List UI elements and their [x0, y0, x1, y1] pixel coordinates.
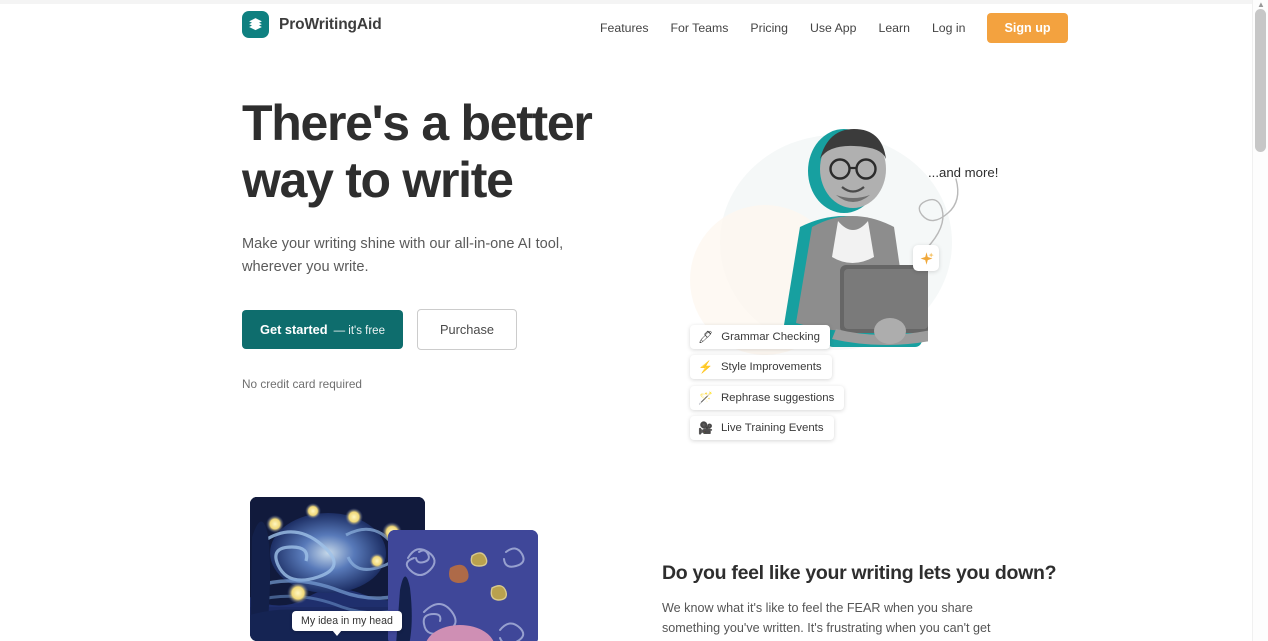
feature-chip-rephrase-suggestions[interactable]: 🪄 Rephrase suggestions	[690, 386, 845, 410]
hero-subtitle: Make your writing shine with our all-in-…	[242, 236, 564, 275]
get-started-button[interactable]: Get started — it's free	[242, 310, 403, 349]
feature-chip-label: Live Training Events	[720, 422, 824, 434]
feature-chip-label: Grammar Checking	[721, 331, 820, 343]
purchase-button[interactable]: Purchase	[416, 309, 518, 350]
hero-title: There's a better way to write	[242, 95, 642, 209]
feature-chip-style-improvements[interactable]: ⚡ Style Improvements	[690, 355, 832, 379]
browser-viewport: ProWritingAid Features For Teams Pricing…	[0, 0, 1268, 641]
feature-chip-label: Style Improvements	[720, 361, 822, 373]
site-header: ProWritingAid Features For Teams Pricing…	[0, 4, 1252, 48]
hero-cta-group: Get started — it's free Purchase	[242, 309, 642, 350]
brand-name: ProWritingAid	[279, 15, 382, 33]
brand-logo-link[interactable]: ProWritingAid	[242, 11, 382, 38]
magic-wand-icon: 🪄	[698, 391, 713, 405]
lightning-icon: ⚡	[698, 360, 713, 374]
video-camera-icon: 🎥	[698, 421, 713, 435]
get-started-label: Get started	[260, 322, 328, 337]
sparkle-icon	[913, 245, 939, 271]
scrollbar-thumb[interactable]	[1255, 9, 1266, 152]
main-navigation: Features For Teams Pricing Use App Learn…	[600, 12, 1068, 44]
nav-item-pricing[interactable]: Pricing	[750, 15, 788, 41]
painting-comparison-illustration: My idea in my head	[250, 497, 590, 641]
no-credit-card-note: No credit card required	[242, 377, 362, 391]
stacked-book-icon	[242, 11, 269, 38]
feature-chip-label: Rephrase suggestions	[720, 392, 835, 404]
lower-copy: Do you feel like your writing lets you d…	[662, 562, 1057, 641]
feature-chip-grammar-checking[interactable]: 🖊 Grammar Checking	[690, 325, 830, 349]
hero-title-line-2: way to write	[242, 152, 514, 208]
lower-section-title: Do you feel like your writing lets you d…	[662, 562, 1057, 584]
hero-title-line-1: There's a better	[242, 95, 593, 151]
nav-item-learn[interactable]: Learn	[878, 15, 909, 41]
nav-item-for-teams[interactable]: For Teams	[671, 15, 729, 41]
lower-section-body: We know what it's like to feel the FEAR …	[662, 601, 991, 635]
sign-up-button[interactable]: Sign up	[987, 13, 1068, 43]
nav-item-features[interactable]: Features	[600, 15, 649, 41]
nav-item-log-in[interactable]: Log in	[932, 15, 966, 41]
balloon-squiggle-icon	[918, 178, 959, 250]
nav-item-use-app[interactable]: Use App	[810, 15, 857, 41]
and-more-label: ...and more!	[928, 165, 999, 180]
hero-copy: There's a better way to write Make your …	[242, 95, 642, 391]
page-scrollbar[interactable]: ▲	[1252, 0, 1268, 641]
pen-icon: 🖊	[698, 330, 714, 344]
hero-illustration: ...and more! 🖊 Grammar Checking ⚡ Style …	[660, 105, 1020, 440]
my-idea-tooltip: My idea in my head	[292, 611, 402, 636]
get-started-sublabel: — it's free	[333, 325, 385, 337]
feature-chip-live-training-events[interactable]: 🎥 Live Training Events	[690, 416, 834, 440]
